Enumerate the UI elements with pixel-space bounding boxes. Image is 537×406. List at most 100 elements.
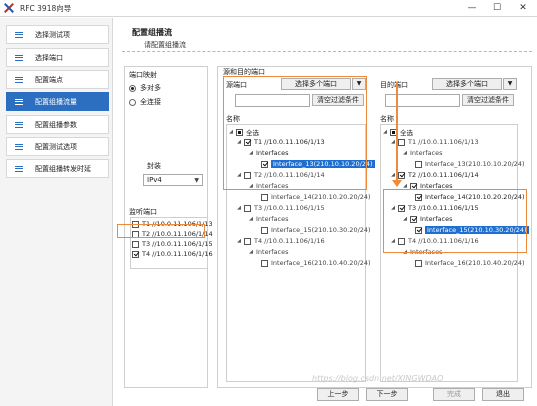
- tree-port-node[interactable]: ◢ T3 //10.0.11.106/1/15: [236, 204, 325, 212]
- dest-name-header: 名称: [380, 115, 394, 123]
- checkbox-unchecked-icon[interactable]: [261, 193, 268, 201]
- sidebar-item-test-options[interactable]: 配置测试选项: [6, 137, 109, 156]
- tree-label: Interfaces: [410, 149, 443, 157]
- checkbox-unchecked-icon[interactable]: [261, 226, 268, 234]
- tree-port-node[interactable]: ◢ T4 //10.0.11.106/1/16: [236, 237, 325, 245]
- chevron-down-icon: ▼: [507, 80, 513, 87]
- arrow-head-icon: [392, 180, 402, 187]
- tree-label: Interface_13(210.10.10.20/24): [425, 160, 525, 168]
- sidebar-item-multicast-params[interactable]: 配置组播参数: [6, 115, 109, 134]
- checkbox-unchecked-icon[interactable]: [415, 160, 422, 168]
- tree-interfaces-node[interactable]: ◢ Interfaces: [248, 248, 289, 256]
- dest-port-label: 目的端口: [380, 81, 408, 89]
- encap-select[interactable]: IPv4 ▼: [143, 174, 203, 186]
- tree-interface-node[interactable]: Interface_15(210.10.30.20/24): [261, 226, 371, 234]
- radio-label: 全连接: [140, 98, 161, 106]
- sidebar-item-label: 配置组播转发时延: [35, 164, 91, 173]
- tree-port-node[interactable]: ◢ T2 //10.0.11.106/1/14: [390, 171, 479, 179]
- dest-dropdown-button[interactable]: ▼: [503, 78, 517, 90]
- sidebar-item-label: 配置测试选项: [35, 142, 77, 151]
- tree-label: T1 //10.0.11.106/1/13: [408, 138, 479, 146]
- tree-interface-node[interactable]: Interface_16(210.10.40.20/24): [261, 259, 371, 267]
- checkbox-unchecked-icon[interactable]: [244, 237, 251, 245]
- maximize-button[interactable]: ☐: [484, 0, 510, 17]
- dest-select-multi-button[interactable]: 选择多个端口: [432, 78, 502, 90]
- tree-label: Interfaces: [256, 248, 289, 256]
- page-subtitle: 请配置组播流: [144, 41, 186, 49]
- caret-down-icon[interactable]: ◢: [382, 129, 388, 135]
- radio-label: 多对多: [140, 84, 161, 92]
- checkbox-unchecked-icon[interactable]: [244, 204, 251, 212]
- checkbox-unchecked-icon[interactable]: [261, 259, 268, 267]
- tree-label: T3 //10.0.11.106/1/15: [254, 204, 325, 212]
- sidebar-item-forwarding-latency[interactable]: 配置组播转发时延: [6, 159, 109, 178]
- tree-label: Interface_14(210.10.20.20/24): [271, 193, 371, 201]
- exit-button[interactable]: 退出: [482, 388, 524, 401]
- tree-interfaces-node[interactable]: ◢ Interfaces: [402, 149, 443, 157]
- tree-interfaces-node[interactable]: ◢ Interfaces: [248, 215, 288, 223]
- encap-label: 封装: [147, 162, 161, 170]
- finish-button[interactable]: 完成: [433, 388, 475, 401]
- tree-label: Interface_16(210.10.40.20/24): [271, 259, 371, 267]
- checkbox-unchecked-icon[interactable]: [398, 138, 405, 146]
- list-item[interactable]: T3 //10.0.11.106/1/15: [132, 240, 213, 248]
- annotation-arrow: [396, 82, 398, 182]
- checkbox-checked-icon[interactable]: [398, 171, 405, 179]
- mapping-label: 端口映射: [129, 71, 157, 79]
- tree-interface-node[interactable]: Interface_14(210.10.20.20/24): [261, 193, 371, 201]
- caret-down-icon[interactable]: ◢: [236, 238, 242, 244]
- sidebar-item-multicast-traffic[interactable]: 配置组播流量: [6, 92, 109, 111]
- list-icon: [15, 98, 23, 105]
- window-title: RFC 3918向导: [20, 3, 72, 13]
- radio-many-to-many[interactable]: 多对多: [129, 83, 161, 93]
- radio-unchecked-icon: [129, 98, 136, 106]
- sidebar: 选择测试项 选择端口 配置端点 配置组播流量 配置组播参数 配置测试选项 配置组…: [0, 18, 113, 406]
- sidebar-item-label: 选择测试项: [35, 30, 70, 39]
- radio-checked-icon: [129, 84, 136, 92]
- list-icon: [15, 121, 23, 128]
- caret-down-icon[interactable]: ◢: [236, 205, 242, 211]
- main-content: 配置组播流 请配置组播流 端口映射 多对多 全连接 封装 IPv4 ▼ 监听端口…: [114, 18, 537, 406]
- page-title: 配置组播流: [132, 28, 172, 37]
- chevron-down-icon: ▼: [194, 177, 199, 184]
- next-button[interactable]: 下一步: [366, 388, 408, 401]
- tree-port-node[interactable]: ◢ T1 //10.0.11.106/1/13: [390, 138, 479, 146]
- app-logo-icon: [4, 3, 14, 13]
- monitor-label: 监听端口: [129, 208, 157, 216]
- sidebar-item-label: 配置组播参数: [35, 120, 77, 129]
- radio-full-mesh[interactable]: 全连接: [129, 97, 161, 107]
- list-icon: [15, 76, 23, 83]
- checkbox-unchecked-icon[interactable]: [415, 259, 422, 267]
- caret-down-icon[interactable]: ◢: [248, 249, 254, 255]
- prev-button[interactable]: 上一步: [317, 388, 359, 401]
- sidebar-item-select-test[interactable]: 选择测试项: [6, 25, 109, 44]
- sidebar-item-label: 配置端点: [35, 75, 63, 84]
- sidebar-item-label: 选择端口: [35, 53, 63, 62]
- caret-down-icon[interactable]: ◢: [402, 150, 408, 156]
- monitor-highlight-box: [117, 224, 205, 238]
- list-icon: [15, 165, 23, 172]
- checkbox-checked-icon[interactable]: [132, 250, 139, 258]
- tree-label: Interface_16(210.10.40.20/24): [425, 259, 525, 267]
- sidebar-item-endpoints[interactable]: 配置端点: [6, 70, 109, 89]
- tree-label: Interface_15(210.10.30.20/24): [271, 226, 371, 234]
- tree-label: 全选: [400, 129, 413, 137]
- caret-down-icon[interactable]: ◢: [248, 216, 254, 222]
- tree-interface-node[interactable]: Interface_13(210.10.10.20/24): [415, 160, 525, 168]
- sidebar-item-select-port[interactable]: 选择端口: [6, 48, 109, 67]
- tree-label: T4 //10.0.11.106/1/16: [254, 237, 325, 245]
- dest-port-tree: ◢ 全选 ◢ T1 //10.0.11.106/1/13 ◢ Interface…: [380, 124, 529, 382]
- tree-interface-node[interactable]: Interface_16(210.10.40.20/24): [415, 259, 525, 267]
- list-icon: [15, 143, 23, 150]
- list-item[interactable]: T4 //10.0.11.106/1/16: [132, 250, 213, 258]
- minimize-button[interactable]: —: [459, 0, 485, 17]
- close-button[interactable]: ✕: [510, 0, 536, 17]
- checkbox-unchecked-icon[interactable]: [132, 240, 139, 248]
- divider: [122, 51, 532, 52]
- encap-value: IPv4: [147, 176, 162, 184]
- sidebar-item-label: 配置组播流量: [35, 97, 77, 106]
- dest-clear-filter-button[interactable]: 清空过滤条件: [462, 94, 514, 106]
- list-icon: [15, 31, 23, 38]
- source-highlight-box: [223, 76, 367, 190]
- watermark: https://blog.csdn.net/XINGWDAO: [312, 374, 444, 383]
